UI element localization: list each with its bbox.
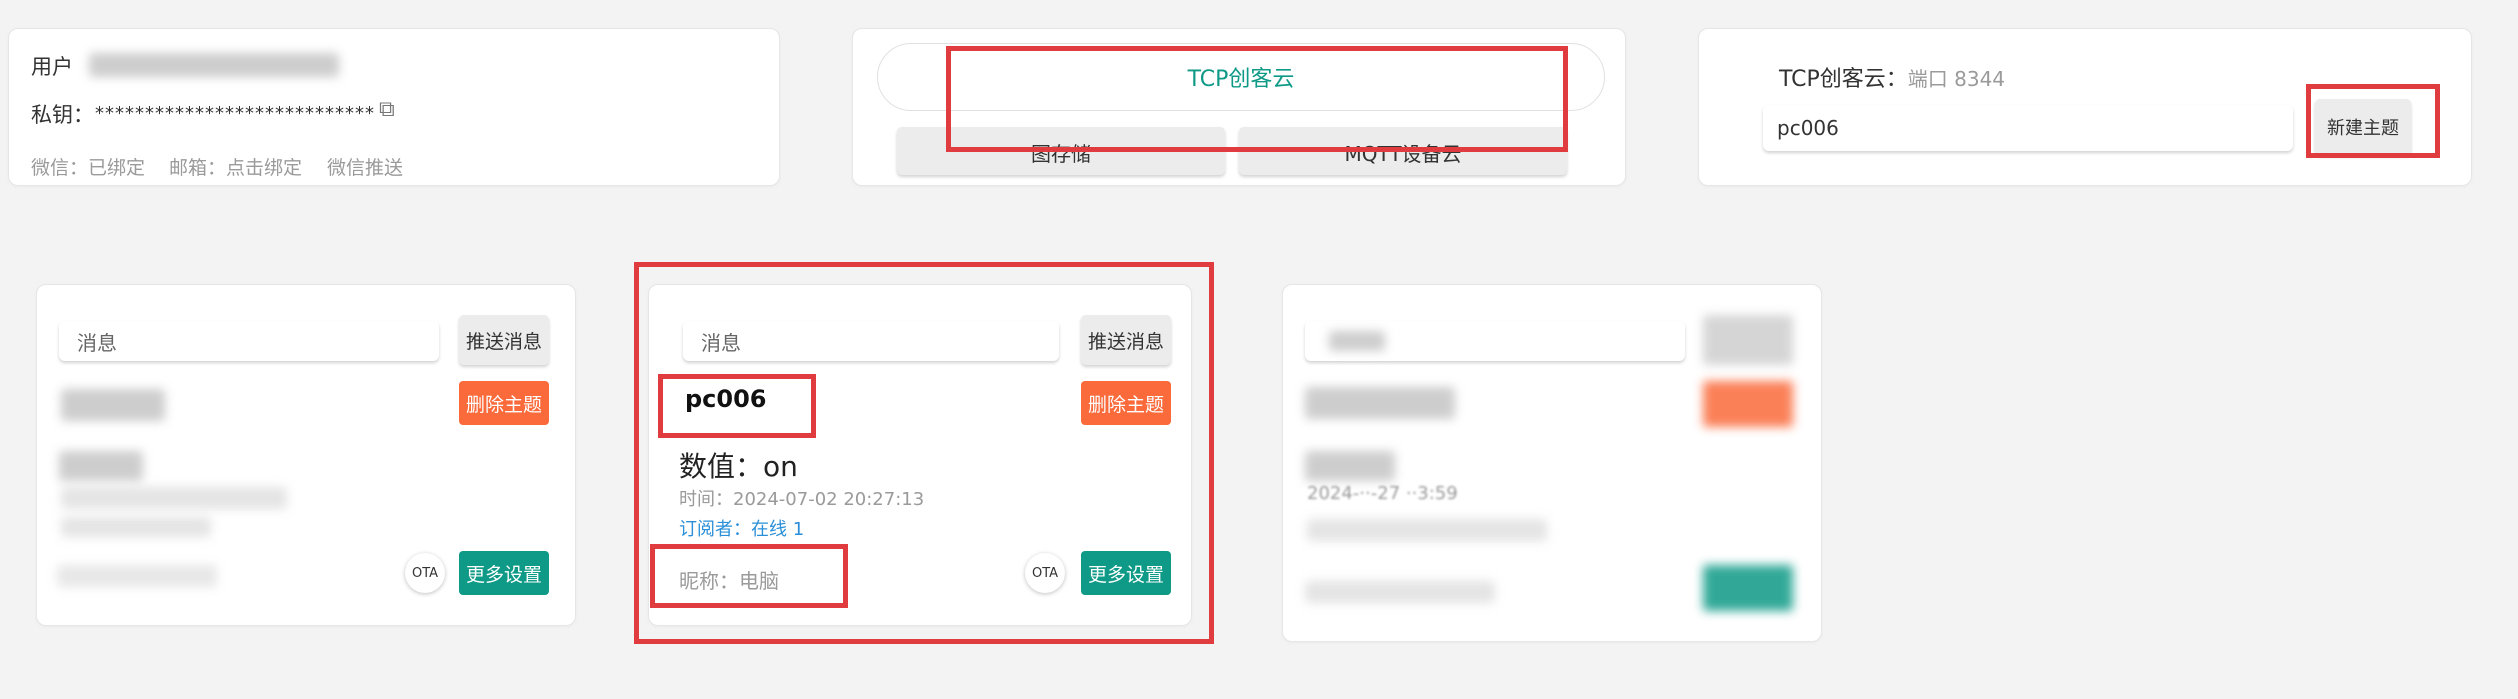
nickname-redacted (1305, 581, 1495, 603)
message-input[interactable] (1305, 321, 1685, 361)
time-redacted (61, 487, 287, 509)
message-placeholder: 消息 (77, 330, 117, 355)
wechat-status[interactable]: 微信：已绑定 (31, 153, 145, 180)
subscribers-redacted (1307, 519, 1547, 541)
account-card: 用户 私钥： **************************** ⧉ 微信… (8, 28, 780, 186)
tcp-port: 端口 8344 (1907, 67, 2006, 91)
tcp-title-text: TCP创客云： (1779, 67, 1908, 92)
nickname-redacted (57, 565, 217, 587)
topic-redacted (1305, 387, 1455, 419)
more-settings-button[interactable]: 更多设置 (459, 551, 549, 595)
ota-label: OTA (411, 565, 439, 581)
topic-input-value: pc006 (1777, 116, 1839, 140)
email-bind-link[interactable]: 邮箱：点击绑定 (169, 153, 302, 180)
value-redacted (59, 451, 143, 481)
device-card-right: 2024-··-27 ··3:59 (1282, 284, 1822, 642)
delete-topic-label: 删除主题 (465, 393, 542, 416)
more-button-redacted[interactable] (1703, 565, 1793, 611)
push-message-label: 推送消息 (465, 330, 542, 353)
delete-button-redacted[interactable] (1703, 381, 1793, 427)
user-name-redacted (89, 53, 339, 77)
wechat-push-link[interactable]: 微信推送 (327, 153, 403, 180)
highlight-topic-name (658, 374, 816, 438)
more-settings-label: 更多设置 (465, 563, 542, 586)
push-message-button[interactable]: 推送消息 (459, 315, 549, 365)
highlight-new-topic (2306, 84, 2440, 158)
update-time: 2024-··-27 ··3:59 (1307, 483, 1458, 504)
topic-input[interactable]: pc006 (1763, 105, 2293, 151)
tcp-title: TCP创客云：端口 8344 (1779, 61, 2005, 93)
message-redacted (1329, 331, 1385, 351)
device-card-left: 消息 推送消息 删除主题 OTA 更多设置 (36, 284, 576, 626)
subscribers-redacted (61, 517, 211, 537)
highlight-tcp-tab (946, 46, 1568, 152)
topic-redacted (61, 389, 165, 421)
key-label: 私钥： (31, 103, 94, 127)
copy-icon[interactable]: ⧉ (379, 97, 395, 122)
highlight-nickname (650, 544, 848, 608)
ota-button[interactable]: OTA (405, 553, 445, 593)
push-button-redacted[interactable] (1703, 315, 1793, 365)
key-value: **************************** (95, 103, 375, 124)
message-input[interactable]: 消息 (59, 321, 439, 361)
user-label: 用户 (31, 55, 73, 79)
delete-topic-button[interactable]: 删除主题 (459, 381, 549, 425)
value-redacted (1305, 451, 1395, 481)
